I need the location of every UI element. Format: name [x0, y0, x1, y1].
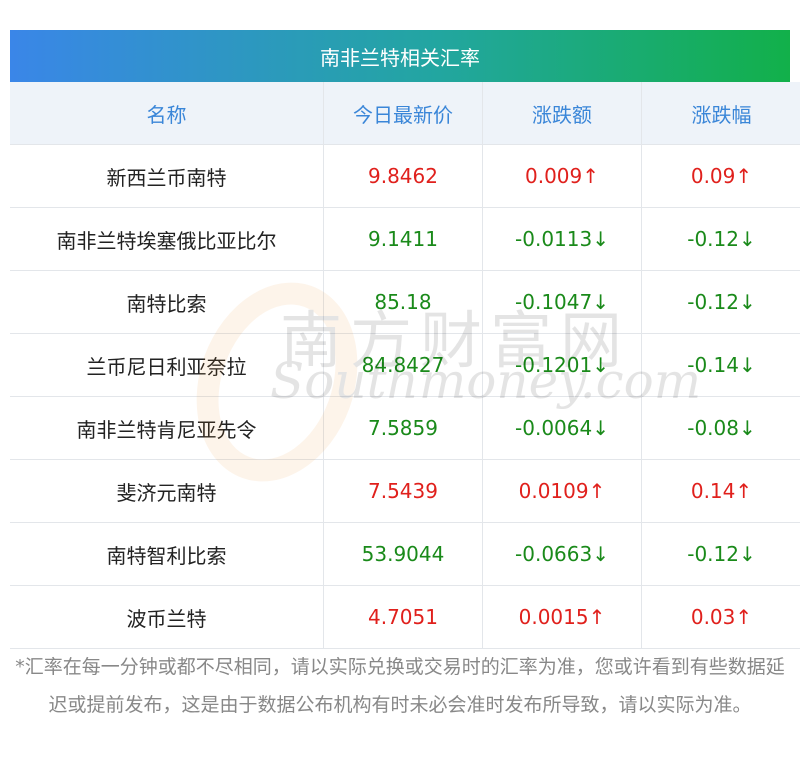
header-name: 名称: [10, 82, 324, 145]
table-row: 兰币尼日利亚奈拉 84.8427 -0.1201↓ -0.14↓: [10, 333, 800, 397]
cell-pct: -0.08↓: [641, 396, 800, 460]
cell-change: 0.0109↑: [482, 459, 642, 523]
table-row: 南非兰特肯尼亚先令 7.5859 -0.0064↓ -0.08↓: [10, 396, 800, 460]
rate-table: 名称 今日最新价 涨跌额 涨跌幅 新西兰币南特 9.8462 0.009↑ 0.09↑…: [10, 82, 800, 649]
cell-pct: -0.12↓: [641, 207, 800, 271]
table-header-row: 名称 今日最新价 涨跌额 涨跌幅: [10, 82, 800, 145]
table-row: 南特智利比索 53.9044 -0.0663↓ -0.12↓: [10, 522, 800, 586]
cell-change: 0.0015↑: [482, 585, 642, 649]
cell-pct: -0.12↓: [641, 270, 800, 334]
cell-change: -0.1201↓: [482, 333, 642, 397]
cell-name: 南特智利比索: [10, 522, 324, 586]
cell-price: 7.5859: [323, 396, 483, 460]
header-change: 涨跌额: [482, 82, 642, 145]
cell-pct: 0.03↑: [641, 585, 800, 649]
cell-name: 新西兰币南特: [10, 144, 324, 208]
cell-price: 4.7051: [323, 585, 483, 649]
cell-pct: 0.14↑: [641, 459, 800, 523]
cell-price: 7.5439: [323, 459, 483, 523]
cell-price: 53.9044: [323, 522, 483, 586]
table-title: 南非兰特相关汇率: [10, 30, 790, 82]
cell-pct: 0.09↑: [641, 144, 800, 208]
rate-table-container: 南非兰特相关汇率 名称 今日最新价 涨跌额 涨跌幅 新西兰币南特 9.8462 0.…: [10, 30, 800, 649]
disclaimer-note: *汇率在每一分钟或都不尽相同，请以实际兑换或交易时的汇率为准，您或许看到有些数据…: [15, 656, 785, 716]
cell-change: 0.009↑: [482, 144, 642, 208]
cell-price: 84.8427: [323, 333, 483, 397]
cell-name: 南非兰特埃塞俄比亚比尔: [10, 207, 324, 271]
table-row: 南非兰特埃塞俄比亚比尔 9.1411 -0.0113↓ -0.12↓: [10, 207, 800, 271]
header-pct: 涨跌幅: [641, 82, 800, 145]
table-row: 波币兰特 4.7051 0.0015↑ 0.03↑: [10, 585, 800, 649]
table-row: 斐济元南特 7.5439 0.0109↑ 0.14↑: [10, 459, 800, 523]
cell-change: -0.1047↓: [482, 270, 642, 334]
cell-change: -0.0663↓: [482, 522, 642, 586]
cell-name: 波币兰特: [10, 585, 324, 649]
cell-pct: -0.14↓: [641, 333, 800, 397]
cell-price: 85.18: [323, 270, 483, 334]
cell-price: 9.1411: [323, 207, 483, 271]
cell-name: 斐济元南特: [10, 459, 324, 523]
table-row: 新西兰币南特 9.8462 0.009↑ 0.09↑: [10, 144, 800, 208]
cell-name: 南特比索: [10, 270, 324, 334]
table-row: 南特比索 85.18 -0.1047↓ -0.12↓: [10, 270, 800, 334]
cell-pct: -0.12↓: [641, 522, 800, 586]
header-price: 今日最新价: [323, 82, 483, 145]
cell-name: 南非兰特肯尼亚先令: [10, 396, 324, 460]
cell-change: -0.0064↓: [482, 396, 642, 460]
cell-price: 9.8462: [323, 144, 483, 208]
cell-name: 兰币尼日利亚奈拉: [10, 333, 324, 397]
cell-change: -0.0113↓: [482, 207, 642, 271]
